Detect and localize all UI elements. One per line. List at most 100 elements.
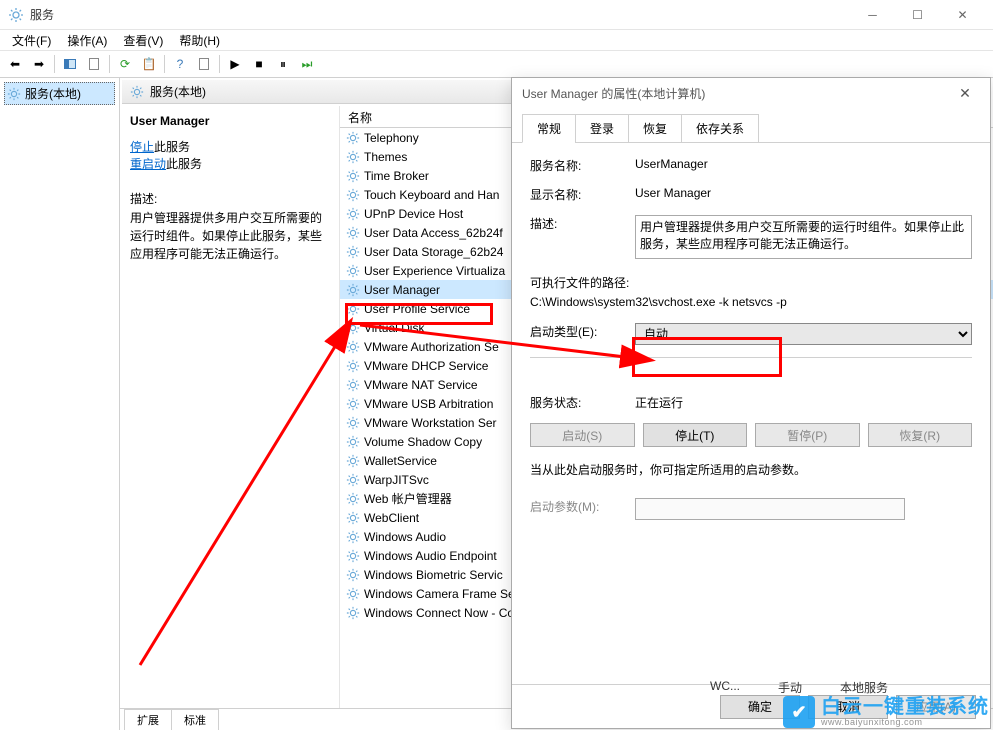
gear-icon	[346, 226, 360, 240]
props2-button[interactable]	[193, 53, 215, 75]
gear-icon	[346, 378, 360, 392]
gear-icon	[346, 245, 360, 259]
detail-pane: User Manager 停止此服务 重启动此服务 描述: 用户管理器提供多用户…	[120, 106, 340, 708]
stop-button[interactable]: 停止(T)	[643, 423, 748, 447]
titlebar: 服务 ─ ☐ ✕	[0, 0, 993, 30]
menu-view[interactable]: 查看(V)	[115, 30, 171, 51]
menu-action[interactable]: 操作(A)	[59, 30, 115, 51]
gear-icon	[346, 207, 360, 221]
list-item-label: Windows Audio Endpoint	[364, 549, 497, 563]
svc-name-label: 服务名称:	[530, 157, 635, 174]
gear-icon	[346, 150, 360, 164]
list-item-label: Virtual Disk	[364, 321, 424, 335]
stop-link[interactable]: 停止	[130, 140, 154, 154]
gear-icon	[346, 511, 360, 525]
list-item-label: Touch Keyboard and Han	[364, 188, 499, 202]
list-extra-row: WC... 手动 本地服务	[710, 679, 888, 696]
list-item-label: User Data Storage_62b24	[364, 245, 503, 259]
list-item-label: Telephony	[364, 131, 419, 145]
gear-icon	[7, 87, 21, 101]
properties-dialog: User Manager 的属性(本地计算机) ✕ 常规 登录 恢复 依存关系 …	[511, 77, 991, 729]
list-item-label: VMware Authorization Se	[364, 340, 499, 354]
tab-recovery[interactable]: 恢复	[628, 114, 682, 143]
services-icon	[8, 7, 24, 23]
gear-icon	[346, 454, 360, 468]
tree-pane: 服务(本地)	[0, 78, 120, 730]
tab-general[interactable]: 常规	[522, 114, 576, 143]
list-item-label: Time Broker	[364, 169, 429, 183]
watermark: ✔ 白云一键重装系统 www.baiyunxitong.com	[783, 696, 989, 728]
minimize-button[interactable]: ─	[850, 0, 895, 30]
start-button[interactable]: 启动(S)	[530, 423, 635, 447]
show-hide-button[interactable]	[59, 53, 81, 75]
window-title: 服务	[30, 6, 850, 23]
restart-svc-button[interactable]: ⏭	[296, 53, 318, 75]
tab-extended[interactable]: 扩展	[124, 709, 172, 730]
pause-button[interactable]: 暂停(P)	[755, 423, 860, 447]
gear-icon	[346, 169, 360, 183]
gear-icon	[346, 530, 360, 544]
hint-text: 当从此处启动服务时，你可指定所适用的启动参数。	[530, 461, 972, 478]
toolbar: ⬅ ➡ ⟳ 📋 ? ▶ ■ ⏸ ⏭	[0, 50, 993, 78]
gear-icon	[346, 302, 360, 316]
param-input[interactable]	[635, 498, 905, 520]
detail-service-name: User Manager	[130, 114, 329, 128]
tab-deps[interactable]: 依存关系	[681, 114, 759, 143]
list-item-label: User Profile Service	[364, 302, 470, 316]
list-item-label: User Data Access_62b24f	[364, 226, 503, 240]
properties-button[interactable]	[83, 53, 105, 75]
start-svc-button[interactable]: ▶	[224, 53, 246, 75]
gear-icon	[346, 131, 360, 145]
gear-icon	[346, 321, 360, 335]
nav-forward-button[interactable]: ➡	[28, 53, 50, 75]
param-label: 启动参数(M):	[530, 498, 635, 515]
stop-svc-button[interactable]: ■	[248, 53, 270, 75]
gear-icon	[346, 188, 360, 202]
maximize-button[interactable]: ☐	[895, 0, 940, 30]
gear-icon	[346, 359, 360, 373]
startup-label: 启动类型(E):	[530, 323, 635, 340]
gear-icon	[346, 568, 360, 582]
list-item-label: WarpJITSvc	[364, 473, 429, 487]
help-button[interactable]: ?	[169, 53, 191, 75]
tab-standard[interactable]: 标准	[171, 709, 219, 730]
list-item-label: WebClient	[364, 511, 419, 525]
close-button[interactable]: ✕	[940, 0, 985, 30]
gear-icon	[346, 283, 360, 297]
pause-svc-button[interactable]: ⏸	[272, 53, 294, 75]
list-item-label: Windows Camera Frame Se	[364, 587, 515, 601]
status-label: 服务状态:	[530, 394, 635, 411]
svc-name-value: UserManager	[635, 157, 972, 171]
list-item-label: Windows Biometric Servic	[364, 568, 503, 582]
tab-logon[interactable]: 登录	[575, 114, 629, 143]
gear-icon	[346, 606, 360, 620]
menu-file[interactable]: 文件(F)	[4, 30, 59, 51]
watermark-icon: ✔	[783, 696, 815, 728]
export-button[interactable]: 📋	[138, 53, 160, 75]
dialog-close-button[interactable]: ✕	[950, 85, 980, 102]
gear-icon	[346, 264, 360, 278]
menu-help[interactable]: 帮助(H)	[171, 30, 228, 51]
dialog-titlebar[interactable]: User Manager 的属性(本地计算机) ✕	[512, 78, 990, 108]
refresh-button[interactable]: ⟳	[114, 53, 136, 75]
gear-icon	[346, 435, 360, 449]
tree-root[interactable]: 服务(本地)	[4, 82, 115, 105]
list-item-label: User Experience Virtualiza	[364, 264, 505, 278]
disp-name-value: User Manager	[635, 186, 972, 200]
exe-label: 可执行文件的路径:	[530, 274, 972, 291]
startup-select[interactable]: 自动	[635, 323, 972, 345]
gear-icon	[346, 473, 360, 487]
exe-path: C:\Windows\system32\svchost.exe -k netsv…	[530, 295, 972, 309]
nav-back-button[interactable]: ⬅	[4, 53, 26, 75]
restart-link[interactable]: 重启动	[130, 157, 166, 171]
desc-textarea[interactable]: 用户管理器提供多用户交互所需要的运行时组件。如果停止此服务，某些应用程序可能无法…	[635, 215, 972, 259]
list-item-label: User Manager	[364, 283, 440, 297]
dialog-title: User Manager 的属性(本地计算机)	[522, 85, 950, 102]
content-header-label: 服务(本地)	[150, 83, 206, 100]
desc-text: 用户管理器提供多用户交互所需要的运行时组件。如果停止此服务，某些应用程序可能无法…	[130, 209, 329, 263]
resume-button[interactable]: 恢复(R)	[868, 423, 973, 447]
list-item-label: VMware DHCP Service	[364, 359, 488, 373]
disp-name-label: 显示名称:	[530, 186, 635, 203]
gear-icon	[130, 85, 144, 99]
list-item-label: Themes	[364, 150, 407, 164]
